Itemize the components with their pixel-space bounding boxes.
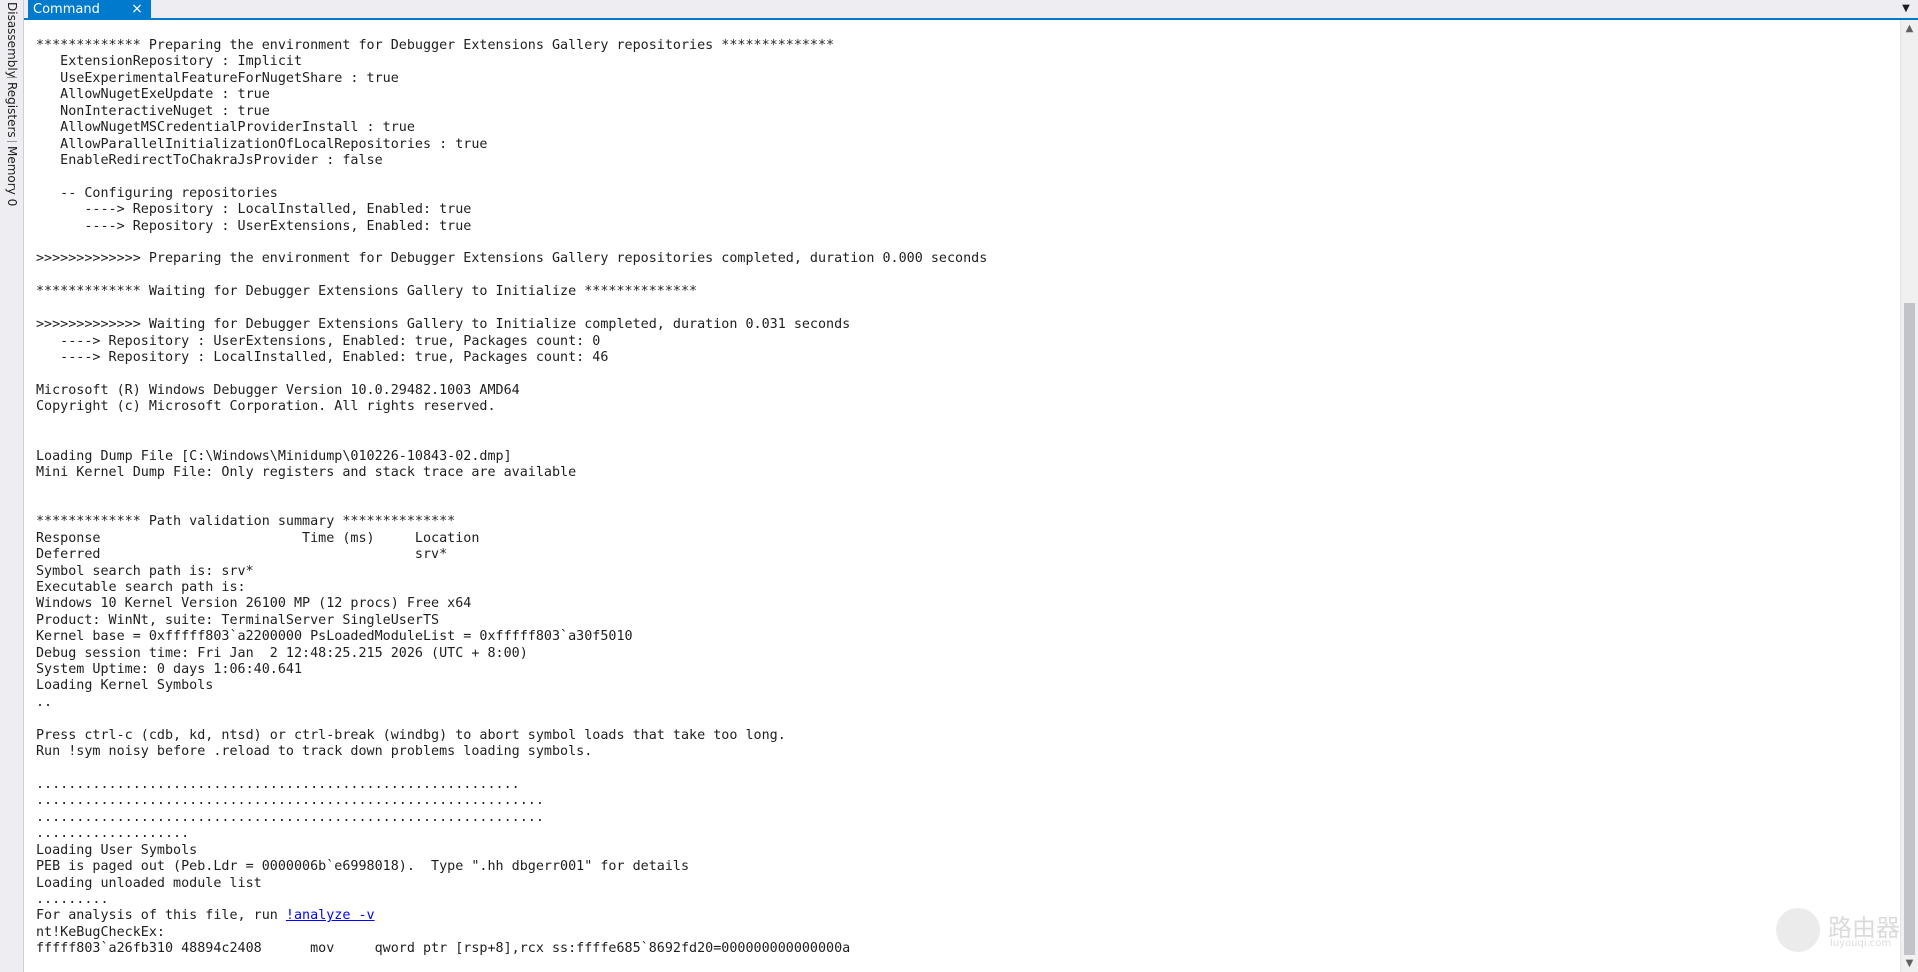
output-line: Executable search path is: (36, 579, 254, 595)
document-tab-bar: Command × ▼ (24, 0, 1918, 20)
output-line: ----> Repository : UserExtensions, Enabl… (36, 218, 472, 234)
output-line: AllowNugetExeUpdate : true (36, 87, 270, 103)
output-line: Deferred srv* (36, 547, 448, 563)
output-line: fffff803`a26fb310 48894c2408 mov qword p… (36, 941, 851, 957)
watermark-subtext: luyouqi.com (1830, 938, 1892, 949)
output-line: Loading Kernel Symbols (36, 678, 214, 694)
vertical-scrollbar[interactable]: ▲ ▼ (1900, 20, 1918, 972)
side-tab-separator (7, 77, 17, 78)
output-line: .. (36, 694, 53, 710)
output-line: ................... (36, 826, 190, 842)
output-line: -- Configuring repositories (36, 185, 278, 201)
output-line: Loading unloaded module list (36, 875, 262, 891)
close-icon[interactable]: × (129, 1, 145, 17)
command-output[interactable]: ************* Preparing the environment … (28, 20, 1894, 972)
output-line: >>>>>>>>>>>>> Preparing the environment … (36, 251, 988, 267)
output-line: ************* Path validation summary **… (36, 514, 456, 530)
output-line: Product: WinNt, suite: TerminalServer Si… (36, 612, 440, 628)
command-output-text: ************* Preparing the environment … (28, 20, 1894, 958)
output-line: Response Time (ms) Location (36, 530, 480, 546)
output-line: ----> Repository : LocalInstalled, Enabl… (36, 350, 609, 366)
output-line: AllowNugetMSCredentialProviderInstall : … (36, 120, 415, 136)
chevron-down-icon[interactable]: ▼ (1898, 0, 1914, 18)
side-tab-registers[interactable]: Registers (5, 82, 19, 138)
output-line: ExtensionRepository : Implicit (36, 54, 303, 70)
output-line: Debug session time: Fri Jan 2 12:48:25.2… (36, 645, 528, 661)
output-line: ----> Repository : UserExtensions, Enabl… (36, 333, 601, 349)
output-line: ----> Repository : LocalInstalled, Enabl… (36, 202, 472, 218)
output-line: ************* Waiting for Debugger Exten… (36, 284, 698, 300)
output-line: ........................................… (36, 793, 544, 809)
output-line: Kernel base = 0xfffff803`a2200000 PsLoad… (36, 629, 633, 645)
output-line: NonInteractiveNuget : true (36, 103, 270, 119)
output-line: ........................................… (36, 776, 520, 792)
tab-command-label: Command (33, 1, 100, 17)
output-line: Press ctrl-c (cdb, kd, ntsd) or ctrl-bre… (36, 727, 786, 743)
output-line: Microsoft (R) Windows Debugger Version 1… (36, 382, 520, 398)
side-tab-separator (7, 141, 17, 142)
analyze-prefix: For analysis of this file, run (36, 908, 286, 924)
output-line: EnableRedirectToChakraJsProvider : false (36, 152, 383, 168)
output-line: Windows 10 Kernel Version 26100 MP (12 p… (36, 596, 472, 612)
output-line: PEB is paged out (Peb.Ldr = 0000006b`e69… (36, 859, 690, 875)
output-line: ......... (36, 891, 109, 907)
output-line: Mini Kernel Dump File: Only registers an… (36, 464, 577, 480)
side-tab-memory[interactable]: Memory 0 (5, 146, 19, 206)
output-line: >>>>>>>>>>>>> Waiting for Debugger Exten… (36, 317, 851, 333)
output-line: UseExperimentalFeatureForNugetShare : tr… (36, 70, 399, 86)
side-tab-disassembly[interactable]: Disassembly (5, 2, 19, 78)
tab-command[interactable]: Command × (28, 0, 151, 18)
output-line: ************* Preparing the environment … (36, 38, 835, 53)
output-line: Loading User Symbols (36, 842, 198, 858)
scroll-thumb[interactable] (1904, 303, 1915, 955)
side-panel-tabs: Disassembly Registers Memory 0 (0, 0, 24, 972)
output-line: Run !sym noisy before .reload to track d… (36, 744, 593, 760)
output-line: Copyright (c) Microsoft Corporation. All… (36, 399, 496, 415)
scroll-down-icon[interactable]: ▼ (1901, 955, 1918, 972)
output-line: nt!KeBugCheckEx: (36, 924, 165, 940)
output-line-analyze: For analysis of this file, run !analyze … (36, 908, 375, 923)
watermark-logo: 路由器 luyouqi.com (1776, 906, 1900, 956)
output-line: System Uptime: 0 days 1:06:40.641 (36, 662, 303, 678)
scroll-track[interactable] (1901, 37, 1918, 955)
output-line: Loading Dump File [C:\Windows\Minidump\0… (36, 448, 512, 464)
analyze-command-link[interactable]: !analyze -v (286, 908, 375, 923)
watermark-icon (1776, 908, 1820, 952)
scroll-up-icon[interactable]: ▲ (1901, 20, 1918, 37)
output-line: ........................................… (36, 809, 544, 825)
output-line: AllowParallelInitializationOfLocalReposi… (36, 136, 488, 152)
output-line: Symbol search path is: srv* (36, 563, 254, 579)
